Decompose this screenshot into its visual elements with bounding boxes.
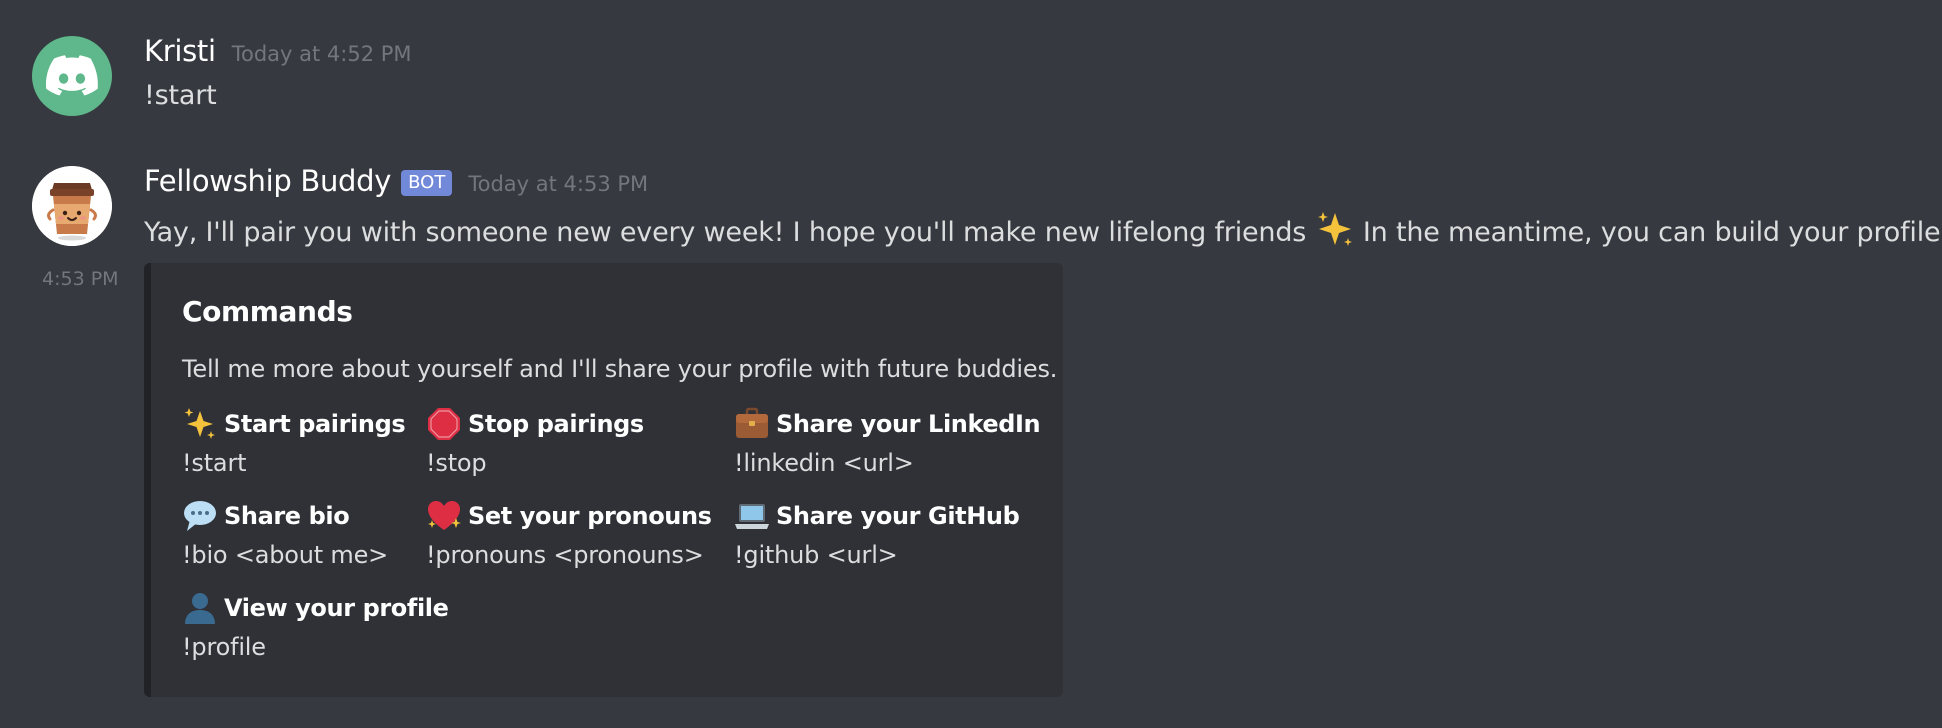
message-timestamp[interactable]: Today at 4:53 PM	[468, 172, 648, 196]
field-value: !pronouns <pronouns>	[426, 541, 704, 569]
field-name: Share your LinkedIn	[776, 410, 1041, 438]
coffee-cup-mascot-icon	[32, 166, 112, 246]
message-text-part1: Yay, I'll pair you with someone new ever…	[144, 217, 1307, 248]
bot-avatar[interactable]	[32, 166, 112, 246]
embed-field-stop-pairings: Stop pairings !stop	[426, 405, 644, 477]
briefcase-icon	[736, 407, 768, 438]
field-name: Share your GitHub	[776, 502, 1020, 530]
embed-field-share-linkedin: Share your LinkedIn !linkedin <url>	[734, 405, 1041, 477]
embed-field-share-github: Share your GitHub !github <url>	[734, 497, 1020, 569]
field-value: !github <url>	[734, 541, 898, 569]
embed-title: Commands	[182, 295, 353, 328]
field-name: Stop pairings	[468, 410, 644, 438]
embed-field-share-bio: Share bio !bio <about me>	[182, 497, 388, 569]
message-header: Fellowship Buddy BOT Today at 4:53 PM	[144, 164, 648, 199]
field-value: !stop	[426, 449, 487, 477]
commands-embed: Commands Tell me more about yourself and…	[144, 263, 1063, 697]
field-name: Start pairings	[224, 410, 406, 438]
embed-field-set-pronouns: Set your pronouns !pronouns <pronouns>	[426, 497, 712, 569]
field-value: !profile	[182, 633, 266, 661]
stop-sign-icon	[428, 408, 460, 440]
embed-field-start-pairings: Start pairings !start	[182, 405, 406, 477]
field-value: !bio <about me>	[182, 541, 389, 569]
bust-silhouette-icon	[185, 593, 215, 624]
field-name: Share bio	[224, 502, 350, 530]
bot-tag: BOT	[401, 170, 453, 196]
field-value: !linkedin <url>	[734, 449, 914, 477]
field-value: !start	[182, 449, 247, 477]
sparkles-icon	[184, 408, 215, 439]
embed-field-view-profile: View your profile !profile	[182, 589, 449, 661]
message-content: Yay, I'll pair you with someone new ever…	[144, 209, 1942, 249]
laptop-icon	[735, 504, 769, 529]
message-fellowship-buddy: Fellowship Buddy BOT Today at 4:53 PM Ya…	[0, 0, 1942, 728]
embed-description: Tell me more about yourself and I'll sha…	[182, 355, 1058, 383]
message-text-part2: In the meantime, you can build your prof…	[1362, 217, 1942, 248]
side-timestamp: 4:53 PM	[42, 268, 119, 290]
field-name: Set your pronouns	[468, 502, 712, 530]
sparkling-heart-icon	[428, 501, 461, 530]
sparkles-icon	[1317, 212, 1352, 246]
field-name: View your profile	[224, 594, 449, 622]
author-name[interactable]: Fellowship Buddy	[144, 164, 391, 198]
speech-balloon-icon	[184, 501, 216, 531]
